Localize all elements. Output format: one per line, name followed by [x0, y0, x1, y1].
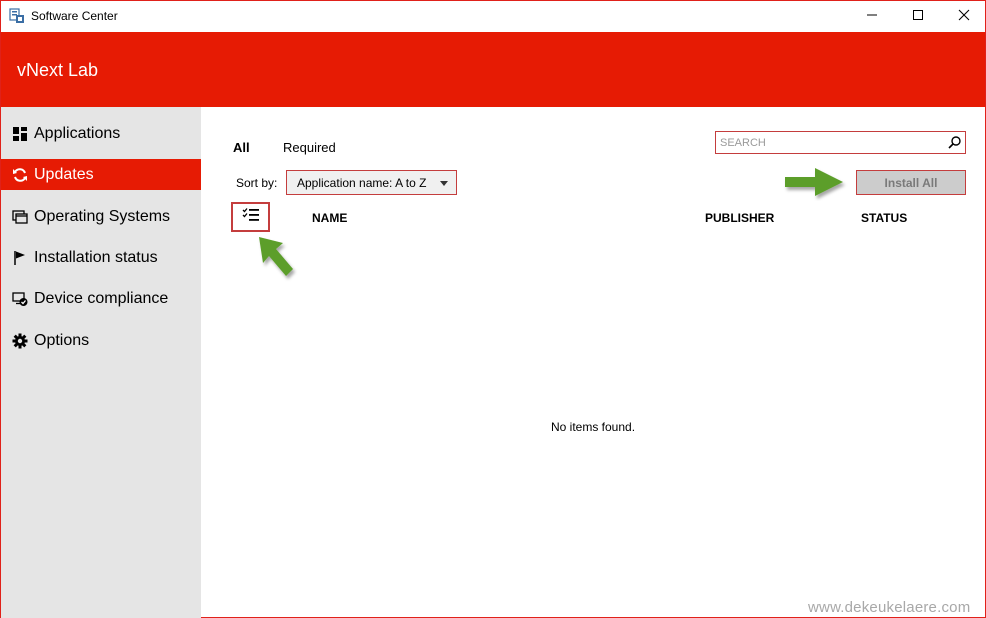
sidebar-item-label: Device compliance: [34, 289, 169, 307]
minimize-icon: [866, 8, 878, 26]
organization-name: vNext Lab: [17, 60, 99, 80]
column-header-status[interactable]: STATUS: [861, 211, 907, 225]
sidebar-item-label: Operating Systems: [34, 207, 171, 225]
sort-dropdown[interactable]: Application name: A to Z: [286, 170, 457, 195]
sidebar-item-label: Applications: [34, 124, 121, 142]
sidebar-item-label: Installation status: [34, 248, 158, 266]
tab-all[interactable]: All: [233, 140, 250, 155]
flag-icon: [12, 250, 28, 266]
sidebar-item-operating-systems[interactable]: Operating Systems: [1, 201, 201, 232]
sort-label: Sort by:: [236, 176, 278, 190]
search-icon[interactable]: [947, 135, 962, 150]
annotation-arrow-icon: [259, 237, 293, 276]
tab-required[interactable]: Required: [283, 140, 336, 155]
software-center-icon: [9, 8, 25, 24]
close-icon: [958, 8, 970, 26]
sidebar-item-device-compliance[interactable]: Device compliance: [1, 283, 201, 314]
sidebar-item-label: Updates: [34, 165, 94, 183]
device-compliance-icon: [12, 291, 28, 307]
refresh-icon: [12, 167, 28, 183]
select-all-button[interactable]: [231, 202, 270, 232]
sidebar-item-applications[interactable]: Applications: [1, 118, 201, 149]
annotation-arrow-icon: [785, 168, 843, 196]
window-title: Software Center: [31, 9, 118, 23]
sidebar-item-options[interactable]: Options: [1, 325, 201, 356]
maximize-button[interactable]: [895, 1, 941, 32]
sort-value: Application name: A to Z: [297, 175, 427, 190]
search-input[interactable]: [720, 135, 940, 151]
search-box: [715, 131, 966, 154]
gear-icon: [12, 333, 28, 349]
watermark-text: www.dekeukelaere.com: [808, 599, 971, 616]
chevron-down-icon: [440, 181, 448, 186]
column-header-publisher[interactable]: PUBLISHER: [705, 211, 774, 225]
software-center-window: Software Center vNext Lab Applications U…: [0, 0, 986, 618]
operating-systems-icon: [12, 209, 28, 225]
checklist-icon: [242, 207, 260, 228]
empty-state-message: No items found.: [551, 420, 636, 434]
close-button[interactable]: [941, 1, 986, 32]
sidebar-item-installation-status[interactable]: Installation status: [1, 242, 201, 273]
minimize-button[interactable]: [849, 1, 895, 32]
applications-grid-icon: [12, 126, 28, 142]
sidebar: Applications Updates Operating Systems I…: [1, 107, 201, 618]
sidebar-item-label: Options: [34, 331, 90, 349]
install-all-button[interactable]: Install All: [856, 170, 966, 195]
maximize-icon: [912, 8, 924, 26]
title-bar: Software Center: [1, 1, 985, 32]
sidebar-item-updates[interactable]: Updates: [1, 159, 201, 190]
column-header-name[interactable]: NAME: [312, 211, 347, 225]
organization-header: vNext Lab: [1, 32, 985, 107]
